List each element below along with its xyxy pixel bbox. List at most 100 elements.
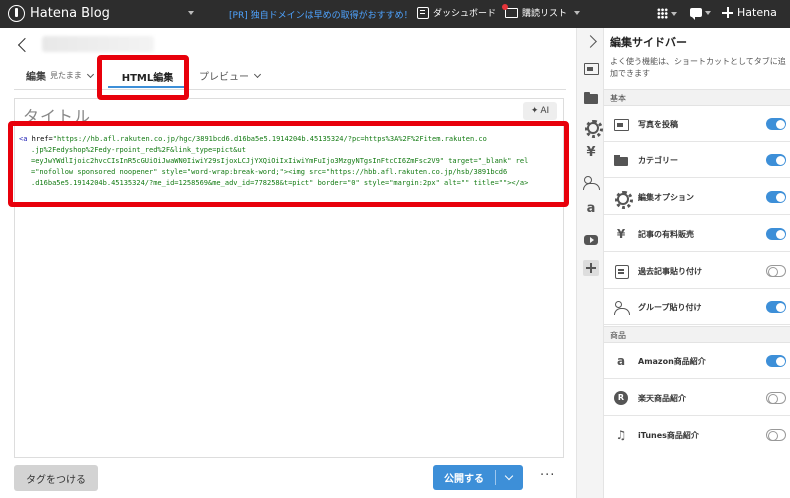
tab-html-edit-label: HTML編集 <box>121 72 174 84</box>
dashboard-icon <box>417 6 429 19</box>
editor-mode-tabs: 編集 見たまま HTML編集 プレビュー <box>14 62 566 90</box>
hatena-logo-icon <box>722 7 733 18</box>
rakuten-icon: R <box>614 391 628 405</box>
sidebar-item-label: グループ貼り付け <box>638 303 702 312</box>
chevron-down-icon <box>504 471 514 481</box>
reading-list-link[interactable]: 購読リスト <box>502 3 581 19</box>
html-code-textarea[interactable]: <a href="https://hb.afl.rakuten.co.jp/hg… <box>19 134 553 189</box>
more-options-button[interactable]: ··· <box>540 468 555 483</box>
tab-preview[interactable]: プレビュー <box>199 68 262 83</box>
sidebar-item-category[interactable]: カテゴリー <box>604 142 790 178</box>
hatena-blog-logo[interactable]: Hatena Blog <box>8 5 110 22</box>
ai-label: AI <box>540 106 550 116</box>
dashboard-label: ダッシュボード <box>433 9 497 19</box>
toggle-switch-off[interactable] <box>766 265 786 277</box>
blog-switcher-dropdown[interactable] <box>130 9 194 19</box>
editor-panel: タイトル ✦ AI <a href="https://hb.afl.rakute… <box>14 98 564 458</box>
sidebar-shortcut-strip: ¥ a <box>576 28 604 498</box>
code-line: .jp%2Fedyshop%2Fedy-rpoint_red%2F&link_t… <box>31 146 246 154</box>
tab-html-edit[interactable]: HTML編集 <box>108 66 187 88</box>
code-line: .d16ba5e5.1914204b.45135324/?me_id=12585… <box>31 179 529 187</box>
chevron-down-icon <box>253 70 262 78</box>
sidebar-item-label: カテゴリー <box>638 156 678 165</box>
collapse-sidebar-icon[interactable] <box>583 34 599 50</box>
grid-icon <box>657 8 668 19</box>
messages-menu-button[interactable] <box>690 8 711 20</box>
sidebar-title: 編集サイドバー <box>610 36 687 49</box>
group-icon <box>614 300 630 315</box>
amazon-icon: a <box>616 354 626 368</box>
sidebar-item-label: 記事の有料販売 <box>638 230 694 239</box>
yen-icon[interactable]: ¥ <box>583 145 599 162</box>
sidebar-item-label: iTunes商品紹介 <box>638 431 699 440</box>
hatena-blog-logo-icon <box>8 5 25 22</box>
brand-name: Hatena Blog <box>30 6 110 21</box>
sidebar-item-itunes[interactable]: ♫ iTunes商品紹介 <box>604 417 790 453</box>
publish-label: 公開する <box>444 474 484 485</box>
toggle-switch-off[interactable] <box>766 429 786 441</box>
amazon-icon[interactable]: a <box>583 201 599 218</box>
sidebar-item-past-articles[interactable]: 過去記事貼り付け <box>604 253 790 289</box>
sidebar-item-photo[interactable]: 写真を投稿 <box>604 106 790 142</box>
toggle-switch-on[interactable] <box>766 154 786 166</box>
tab-preview-label: プレビュー <box>199 72 249 83</box>
toggle-switch-on[interactable] <box>766 191 786 203</box>
chevron-down-icon <box>671 11 677 16</box>
speech-bubble-icon <box>690 8 702 20</box>
tab-wysiwyg[interactable]: 編集 見たまま <box>26 68 94 83</box>
code-line: =eyJwYWdlIjoic2hvcCIsInR5cGUiOiJwaWN0Iiw… <box>31 157 529 165</box>
sparkle-icon: ✦ <box>530 106 539 116</box>
youtube-icon[interactable] <box>583 232 599 248</box>
code-line: ="nofollow sponsored noopener" style="wo… <box>31 168 508 176</box>
group-icon[interactable] <box>583 174 600 190</box>
toggle-switch-on[interactable] <box>766 118 786 130</box>
photo-icon <box>614 117 629 131</box>
hatena-label: Hatena <box>737 6 777 19</box>
paste-icon <box>614 264 629 279</box>
toggle-switch-on[interactable] <box>766 355 786 367</box>
section-products: 商品 <box>604 326 790 343</box>
reading-list-label: 購読リスト <box>522 9 568 19</box>
ai-assist-button[interactable]: ✦ AI <box>523 102 557 120</box>
sidebar-item-label: 楽天商品紹介 <box>638 394 686 403</box>
toggle-switch-off[interactable] <box>766 392 786 404</box>
chevron-down-icon <box>86 70 94 78</box>
chevron-down-icon <box>574 10 581 15</box>
toggle-switch-on[interactable] <box>766 228 786 240</box>
hatena-link[interactable]: Hatena <box>722 6 777 19</box>
sidebar-item-rakuten[interactable]: R 楽天商品紹介 <box>604 380 790 416</box>
apps-menu-button[interactable] <box>657 8 677 19</box>
code-line: <a href="https://hb.afl.rakuten.co.jp/hg… <box>19 135 487 143</box>
sidebar-description: よく使う機能は、ショートカットとしてタブに追加できます <box>610 57 786 78</box>
publish-button[interactable]: 公開する <box>433 465 523 490</box>
gear-icon[interactable] <box>583 118 603 138</box>
gear-icon <box>614 190 633 209</box>
sidebar-item-edit-options[interactable]: 編集オプション <box>604 179 790 215</box>
add-shortcut-icon[interactable] <box>583 260 599 276</box>
edit-sidebar: 編集サイドバー よく使う機能は、ショートカットとしてタブに追加できます 基本 写… <box>604 28 790 498</box>
section-basic: 基本 <box>604 89 790 106</box>
reading-list-icon <box>502 3 518 18</box>
yen-icon: ¥ <box>616 227 626 241</box>
toggle-switch-on[interactable] <box>766 301 786 313</box>
blog-name-blurred <box>42 36 154 52</box>
music-icon: ♫ <box>615 428 627 442</box>
tab-wysiwyg-label: 編集 <box>26 72 46 83</box>
dashboard-link[interactable]: ダッシュボード <box>417 6 496 19</box>
sidebar-item-paid-sales[interactable]: ¥ 記事の有料販売 <box>604 216 790 252</box>
chevron-down-icon <box>705 10 711 15</box>
publish-options-toggle[interactable] <box>496 471 522 481</box>
top-bar: Hatena Blog [PR] 独自ドメインは早めの取得がおすすめ！ ダッシュ… <box>0 0 790 28</box>
promo-link[interactable]: [PR] 独自ドメインは早めの取得がおすすめ！ <box>229 8 413 21</box>
add-tag-button[interactable]: タグをつける <box>14 465 98 491</box>
sidebar-item-label: 写真を投稿 <box>638 120 678 129</box>
back-chevron-icon[interactable] <box>17 37 33 53</box>
sidebar-item-group[interactable]: グループ貼り付け <box>604 289 790 325</box>
sidebar-item-amazon[interactable]: a Amazon商品紹介 <box>604 343 790 379</box>
folder-icon[interactable] <box>583 90 599 106</box>
photo-icon[interactable] <box>583 60 599 76</box>
notification-dot <box>502 3 508 10</box>
tab-wysiwyg-mode: 見たまま <box>50 71 82 80</box>
sidebar-item-label: 編集オプション <box>638 193 694 202</box>
title-input[interactable]: タイトル <box>23 103 91 127</box>
